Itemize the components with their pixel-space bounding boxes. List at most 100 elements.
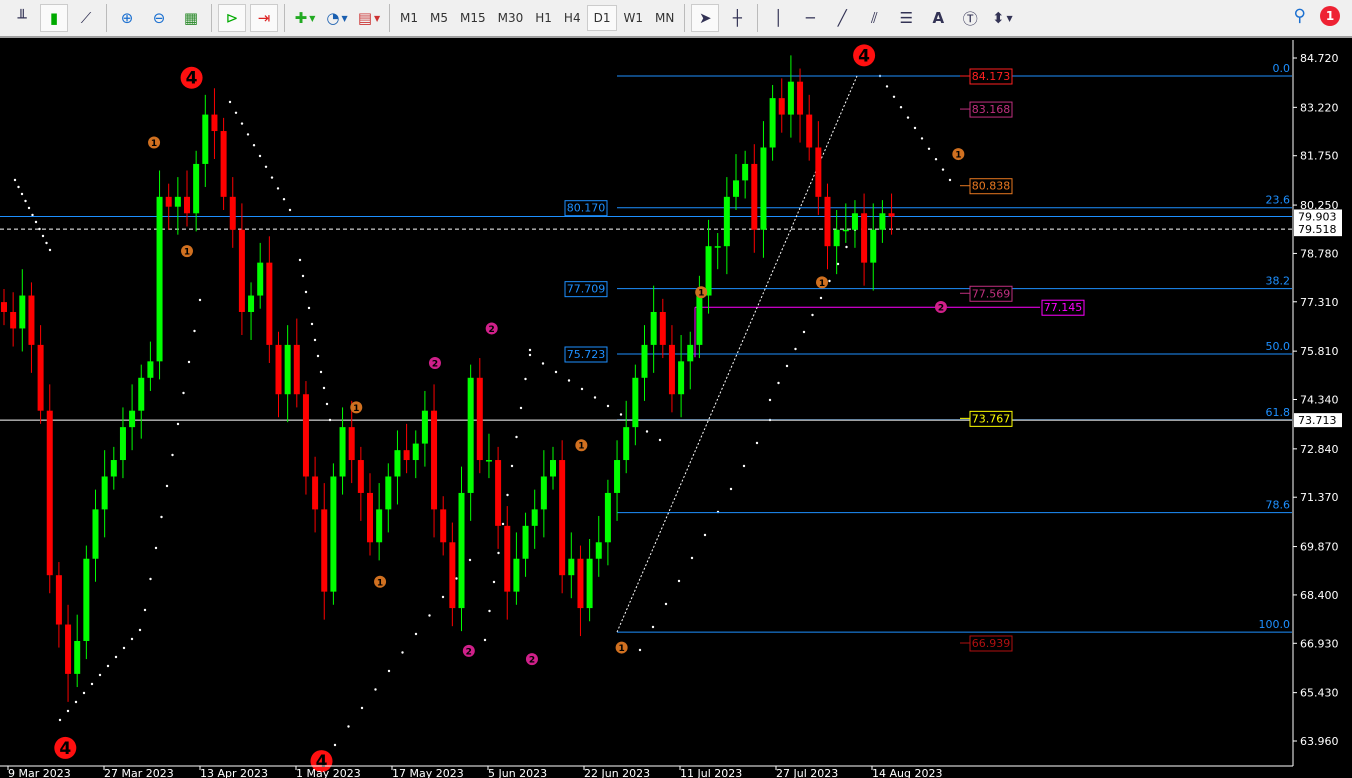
- sar-dot: [246, 133, 250, 136]
- cursor-tool[interactable]: ➤: [691, 4, 720, 32]
- bear-candle: [266, 262, 273, 345]
- chart-shift-button[interactable]: ⇥: [250, 4, 278, 32]
- wave-label: 2: [489, 325, 495, 335]
- bear-candle: [367, 492, 373, 543]
- sar-dot: [658, 438, 662, 442]
- zoom-out-button[interactable]: ⊖: [145, 4, 173, 32]
- bull-candle: [705, 246, 712, 296]
- sar-dot: [258, 154, 262, 158]
- bull-candle: [540, 476, 547, 510]
- new-indicator-button[interactable]: ✚ ▼: [291, 4, 319, 32]
- bull-candle: [458, 492, 465, 609]
- search-icon[interactable]: ⚲: [1294, 6, 1306, 26]
- auto-scroll-button[interactable]: ⊳: [218, 4, 246, 32]
- crosshair-tool[interactable]: ┼: [723, 4, 751, 32]
- sar-dot: [24, 199, 27, 203]
- bear-candle: [46, 410, 53, 576]
- equidistant-channel-tool[interactable]: ⫽: [860, 4, 888, 32]
- bull-candle: [193, 163, 200, 214]
- zoom-in-button[interactable]: ⊕: [113, 4, 141, 32]
- timeframe-w1[interactable]: W1: [617, 5, 649, 31]
- level-label: 66.939: [972, 637, 1011, 650]
- bull-candle: [284, 344, 291, 395]
- sar-dot: [316, 354, 320, 358]
- bull-candle: [641, 344, 648, 378]
- sar-dot: [240, 122, 244, 125]
- sar-dot: [252, 144, 256, 147]
- notification-badge[interactable]: 1: [1320, 6, 1340, 26]
- bull-candle: [257, 262, 264, 296]
- sar-dot: [510, 464, 514, 468]
- vertical-line-tool[interactable]: │: [764, 4, 792, 32]
- candlestick-chart-button[interactable]: ▮: [40, 4, 68, 32]
- price-chart[interactable]: 0.023.638.250.061.878.6100.0 44441111111…: [0, 0, 1352, 778]
- sar-dot: [264, 165, 268, 168]
- timeframe-m15[interactable]: M15: [454, 5, 492, 31]
- price-tick-label: 78.780: [1300, 247, 1339, 260]
- sar-dot: [528, 353, 532, 357]
- timeframe-mn[interactable]: MN: [649, 5, 680, 31]
- timeframe-m5[interactable]: M5: [424, 5, 454, 31]
- date-tick-label: 22 Jun 2023: [584, 767, 650, 778]
- price-tick-label: 68.400: [1300, 589, 1339, 602]
- sar-dot: [777, 381, 780, 385]
- bear-candle: [275, 344, 282, 395]
- bull-candle: [513, 558, 520, 592]
- timeframe-h1[interactable]: H1: [529, 5, 558, 31]
- timeframe-h4[interactable]: H4: [558, 5, 587, 31]
- sar-dot: [270, 176, 274, 179]
- sar-dot: [304, 290, 308, 294]
- sar-dot: [282, 198, 286, 201]
- bar-chart-button[interactable]: ╨: [8, 4, 36, 32]
- date-tick-label: 1 May 2023: [296, 767, 361, 778]
- separator: [389, 4, 390, 32]
- wave-label: 1: [151, 139, 157, 149]
- bull-candle: [550, 460, 556, 477]
- tile-windows-button[interactable]: ▦: [177, 4, 205, 32]
- sar-dot: [90, 682, 94, 686]
- bull-candle: [522, 525, 529, 559]
- text-tool[interactable]: A: [924, 4, 952, 32]
- timeframe-m1[interactable]: M1: [394, 5, 424, 31]
- sar-dot: [428, 614, 431, 617]
- fib-value-label: 80.170: [567, 202, 606, 215]
- time-axis[interactable]: 9 Mar 2023 27 Mar 2023 13 Apr 2023 1 May 20…: [7, 766, 942, 778]
- timeframe-d1[interactable]: D1: [586, 5, 618, 31]
- bear-candle: [321, 509, 328, 592]
- sar-dot: [794, 347, 797, 351]
- fibonacci-tool[interactable]: ☰: [892, 4, 920, 32]
- bull-candle: [696, 295, 703, 345]
- trendline-tool[interactable]: ╱: [828, 4, 856, 32]
- sar-dot: [606, 404, 610, 408]
- sar-dot: [892, 95, 896, 99]
- date-tick-label: 27 Mar 2023: [104, 767, 174, 778]
- candles: [1, 55, 895, 702]
- horizontal-line-tool[interactable]: ─: [796, 4, 824, 32]
- sar-dot: [98, 673, 102, 677]
- bull-candle: [147, 361, 154, 378]
- arrows-tool[interactable]: ⬍ ▼: [988, 4, 1016, 32]
- sar-dot: [307, 306, 311, 310]
- bull-candle: [714, 246, 721, 248]
- line-chart-button[interactable]: ⟋: [72, 4, 100, 32]
- sar-dot: [45, 241, 48, 245]
- periods-button[interactable]: ◔ ▼: [323, 4, 351, 32]
- separator: [684, 4, 686, 32]
- date-tick-label: 9 Mar 2023: [8, 767, 71, 778]
- sar-dot: [619, 413, 623, 416]
- bear-candle: [440, 509, 447, 543]
- timeframe-m30[interactable]: M30: [492, 5, 530, 31]
- fib-level-label: 100.0: [1259, 618, 1291, 631]
- sar-dot: [488, 609, 491, 613]
- price-axis[interactable]: 84.72083.22081.75080.25078.78077.31075.8…: [1293, 52, 1342, 748]
- wave-label: 1: [698, 289, 704, 299]
- text-label-tool[interactable]: Ⓣ: [956, 4, 984, 32]
- templates-button[interactable]: ▤ ▼: [355, 4, 383, 32]
- sar-dot: [768, 398, 772, 402]
- sar-dot: [310, 322, 314, 326]
- sar-dot: [82, 691, 86, 695]
- bull-candle: [760, 147, 767, 230]
- sar-dot: [165, 484, 169, 488]
- bull-candle: [723, 196, 730, 247]
- sar-dot: [387, 669, 391, 673]
